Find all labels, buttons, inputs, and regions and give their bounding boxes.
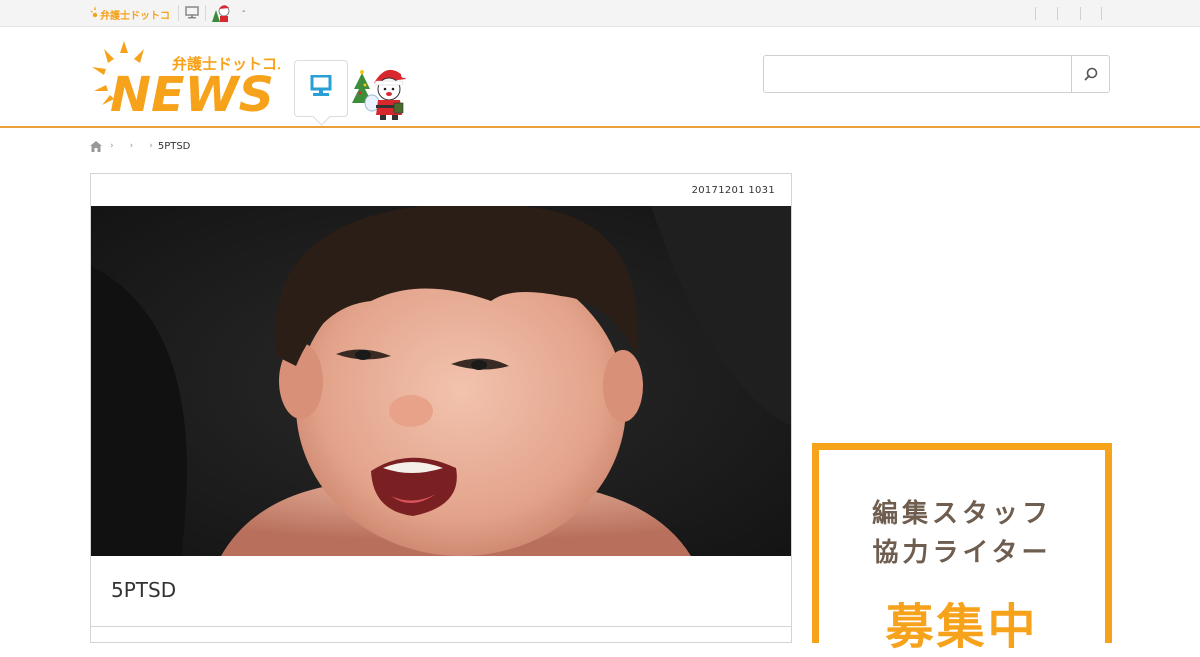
- search-box: [763, 55, 1110, 93]
- site-header: 弁護士ドットコム NEWS: [0, 27, 1200, 128]
- home-icon[interactable]: [90, 140, 102, 152]
- breadcrumb-separator: ›: [110, 141, 114, 151]
- divider: [1080, 7, 1081, 20]
- mini-site-logo[interactable]: 弁護士ドットコム: [90, 3, 170, 23]
- search-button[interactable]: [1071, 56, 1109, 92]
- banner-line-1: 編集スタッフ: [871, 499, 1052, 529]
- top-utility-bar: 弁護士ドットコム -: [0, 0, 1200, 27]
- santa-mascot-icon: [352, 69, 407, 120]
- santa-mascot-icon[interactable]: [210, 2, 232, 24]
- topbar-dash: -: [242, 6, 246, 17]
- divider: [178, 5, 179, 21]
- breadcrumb: › › › 5PTSD: [90, 139, 190, 153]
- search-icon: [1084, 67, 1097, 81]
- breadcrumb-separator: ›: [129, 141, 134, 151]
- pc-view-button[interactable]: [294, 60, 348, 117]
- article-title: 5PTSD: [111, 578, 177, 602]
- article-photo: [91, 206, 791, 556]
- search-input[interactable]: [764, 56, 1071, 92]
- svg-text:NEWS: NEWS: [110, 67, 274, 117]
- breadcrumb-separator: ›: [149, 141, 153, 151]
- banner-line-2: 協力ライター: [872, 538, 1052, 568]
- pc-icon: [310, 75, 332, 96]
- article-card: 20171201 1031 5PTSD: [90, 173, 792, 643]
- divider: [1101, 7, 1102, 20]
- banner-headline: 募集中: [885, 599, 1039, 655]
- divider: [1057, 7, 1058, 20]
- recruit-banner[interactable]: 編集スタッフ 協力ライター 募集中: [812, 443, 1112, 655]
- divider: [1035, 7, 1036, 20]
- article-date: 20171201 1031: [691, 185, 775, 196]
- breadcrumb-current: 5PTSD: [157, 140, 191, 152]
- divider: [91, 626, 791, 627]
- site-logo[interactable]: 弁護士ドットコム NEWS: [90, 39, 280, 117]
- svg-text:弁護士ドットコム: 弁護士ドットコム: [100, 9, 170, 22]
- pc-icon[interactable]: [184, 5, 200, 21]
- divider: [205, 5, 206, 21]
